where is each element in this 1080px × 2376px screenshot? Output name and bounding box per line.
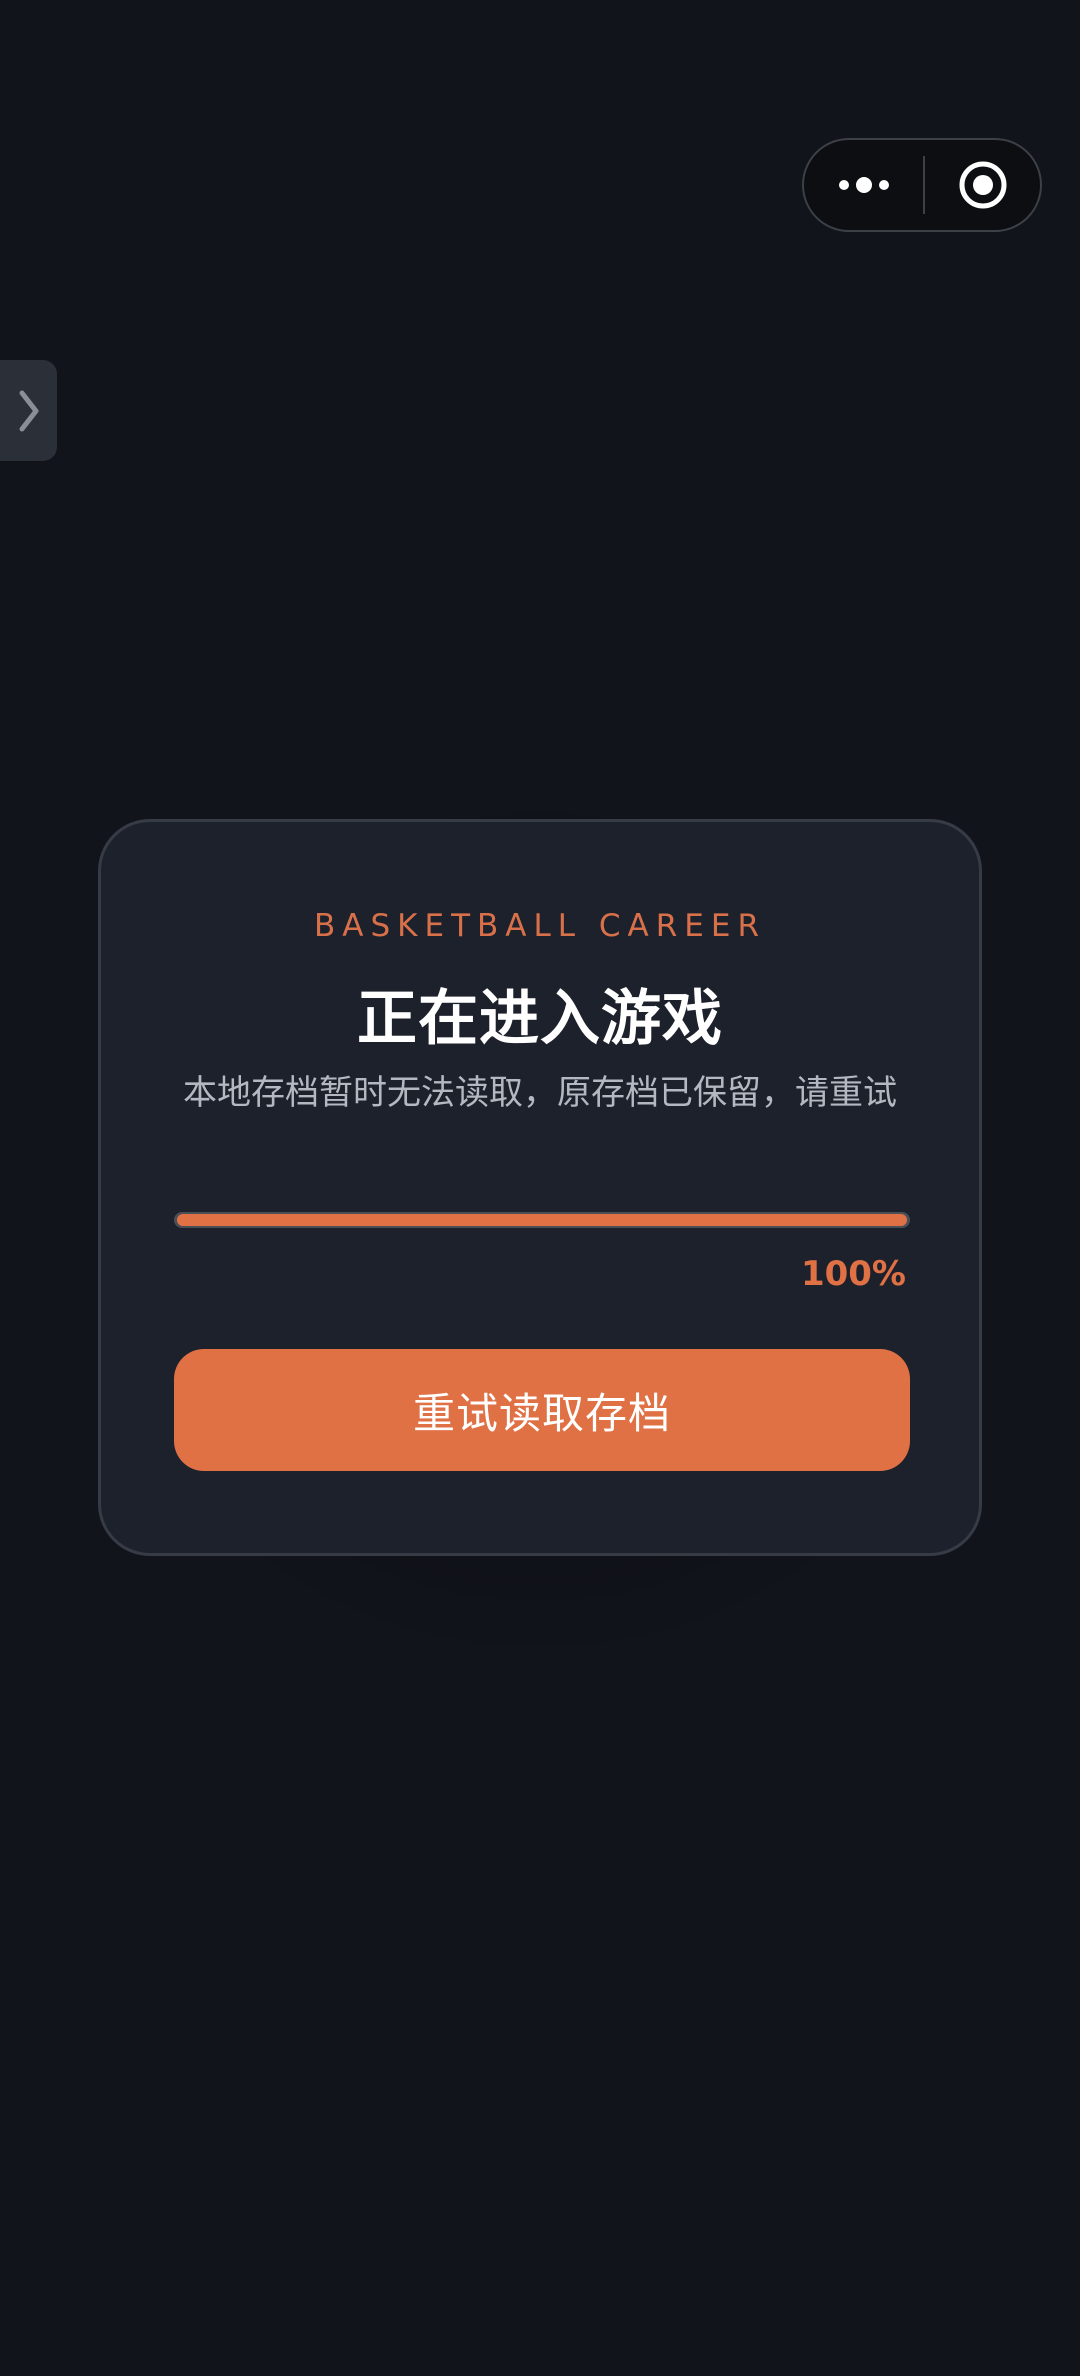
progress-bar-fill	[177, 1214, 907, 1226]
side-expand-tab[interactable]	[0, 360, 57, 461]
miniprogram-capsule	[802, 138, 1042, 232]
more-button[interactable]	[804, 140, 923, 230]
load-error-message: 本地存档暂时无法读取，原存档已保留，请重试	[183, 1073, 897, 1113]
loading-screen: BASKETBALL CAREER 正在进入游戏 本地存档暂时无法读取，原存档已…	[0, 0, 1080, 2376]
loading-card: BASKETBALL CAREER 正在进入游戏 本地存档暂时无法读取，原存档已…	[98, 819, 982, 1556]
target-close-icon	[959, 161, 1006, 209]
more-dots-icon	[838, 177, 889, 193]
chevron-right-icon	[19, 390, 38, 431]
retry-load-save-button[interactable]: 重试读取存档	[174, 1349, 910, 1471]
progress-percentage: 100%	[800, 1254, 906, 1294]
close-miniprogram-button[interactable]	[925, 140, 1040, 230]
loading-title: 正在进入游戏	[357, 984, 723, 1054]
progress-bar	[174, 1212, 910, 1228]
game-eyebrow-label: BASKETBALL CAREER	[314, 908, 766, 944]
